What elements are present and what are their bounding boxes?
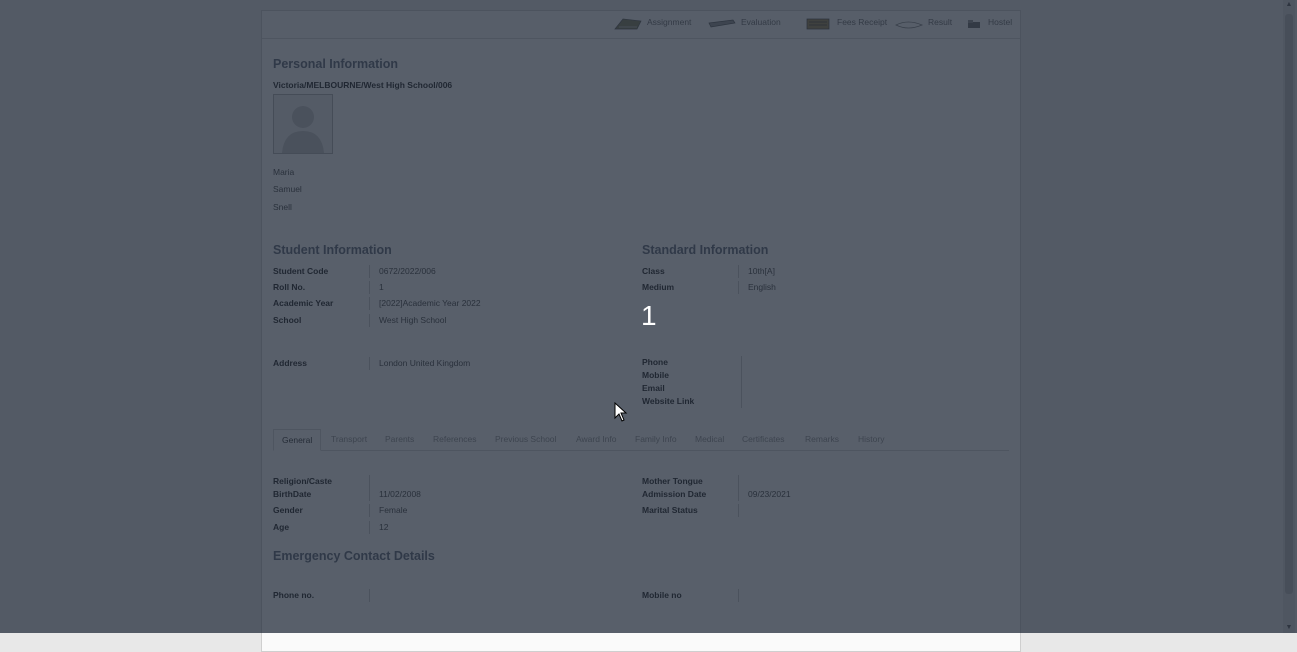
toolbar-label: Assignment [647,17,692,27]
row-label: Roll No. [273,281,370,294]
toolbar-hostel[interactable]: Hostel [966,17,1012,33]
tab-remarks[interactable]: Remarks [805,429,839,449]
row-value: West High School [379,315,447,325]
mouse-cursor-icon [614,401,628,424]
tab-general[interactable]: General [273,429,322,451]
personal-info-title: Personal Information [273,57,399,71]
toolbar-assignment[interactable]: Assignment [613,17,691,33]
tab-award-info[interactable]: Award Info [576,429,616,449]
student-info-title: Student Information [273,243,392,257]
row-label: Age [273,521,370,534]
row-label: School [273,314,370,327]
result-icon [894,17,924,33]
tab-medical[interactable]: Medical [695,429,724,449]
row-label: Religion/Caste [273,475,370,488]
row-value: 09/23/2021 [748,489,791,499]
row-value: [2022]Academic Year 2022 [379,298,481,308]
scrollbar[interactable]: ▲ ▼ [1283,0,1295,633]
avatar-icon [282,106,324,153]
toolbar-evaluation[interactable]: Evaluation [707,17,781,33]
row-label: Marital Status [642,504,739,517]
toolbar-label: Evaluation [741,17,781,27]
address-label: Address [273,357,370,370]
row-label: Medium [642,281,739,294]
row-label: Academic Year [273,297,370,310]
emergency-contact-title: Emergency Contact Details [273,549,435,563]
toolbar-label: Fees Receipt [837,17,888,27]
email-label: Email [642,383,665,393]
row-label: Class [642,265,739,278]
student-code-path: Victoria/MELBOURNE/West High School/006 [273,80,453,90]
phone-label: Phone [642,357,668,367]
last-name: Snell [273,202,292,212]
row-value: 11/02/2008 [379,489,421,499]
mobile-label: Mobile [642,370,669,380]
tab-parents[interactable]: Parents [385,429,414,449]
row-value: 0672/2022/006 [379,266,436,276]
hostel-icon [966,17,984,33]
row-label: BirthDate [273,488,370,501]
tab-references[interactable]: References [433,429,476,449]
row-value: English [748,282,776,292]
row-label: Phone no. [273,589,370,602]
toolbar-result[interactable]: Result [894,17,952,33]
first-name: Maria [273,167,295,177]
student-photo [273,94,333,154]
toolbar-label: Hostel [988,17,1013,27]
toolbar-label: Result [928,17,953,27]
row-value: 1 [379,282,384,292]
row-label: Student Code [273,265,370,278]
contact-divider [741,356,742,408]
row-value: 12 [379,522,389,532]
tab-family-info[interactable]: Family Info [635,429,677,449]
row-label: Gender [273,504,370,517]
profile-tabs: General Transport Parents References Pre… [273,429,1009,451]
row-label: Mother Tongue [642,475,739,488]
toolbar-fees-receipt[interactable]: Fees Receipt [805,17,887,33]
evaluation-icon [707,17,737,33]
scroll-down-icon[interactable]: ▼ [1283,623,1295,633]
row-label: Mobile no [642,589,739,602]
row-label: Admission Date [642,488,739,501]
fees-receipt-icon [805,17,833,33]
scroll-up-icon[interactable]: ▲ [1283,0,1295,10]
row-value: Female [379,505,408,515]
tab-transport[interactable]: Transport [331,429,367,449]
top-toolbar: Assignment Evaluation Fees Receipt Resul… [262,11,1020,39]
tab-history[interactable]: History [858,429,884,449]
address-value: London United Kingdom [379,358,471,368]
row-value: 10th[A] [748,266,775,276]
step-number: 1 [641,300,657,331]
tab-certificates[interactable]: Certificates [742,429,785,449]
standard-info-title: Standard Information [642,243,769,257]
assignment-icon [613,17,643,33]
middle-name: Samuel [273,184,302,194]
scroll-thumb[interactable] [1285,14,1293,594]
website-link-label: Website Link [642,396,695,406]
tab-previous-school[interactable]: Previous School [495,429,556,449]
